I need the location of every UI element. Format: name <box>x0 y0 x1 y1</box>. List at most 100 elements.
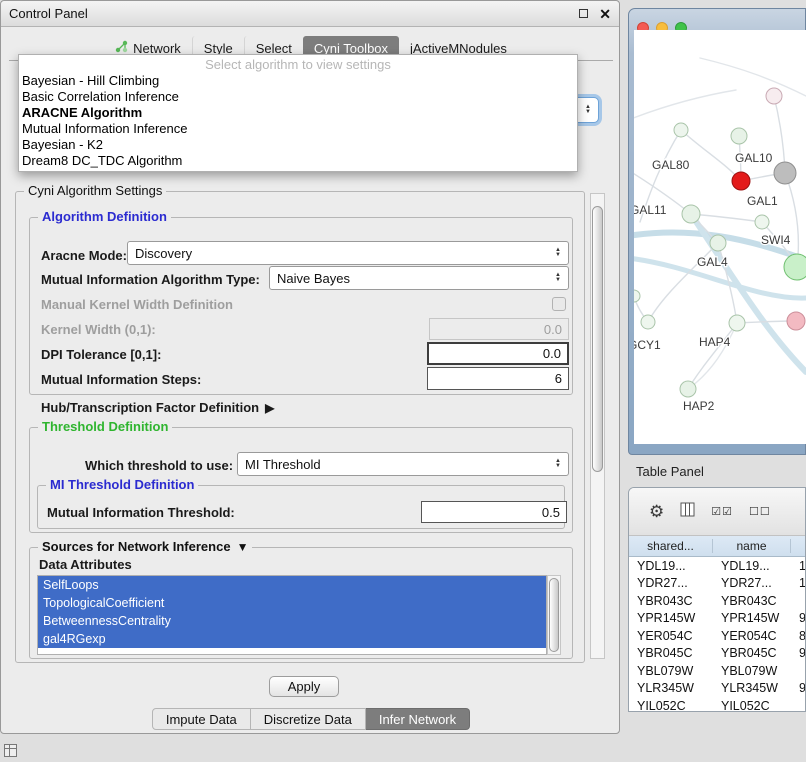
dropdown-item[interactable]: Basic Correlation Inference <box>19 89 577 105</box>
tab-infer-network[interactable]: Infer Network <box>366 708 470 730</box>
network-node[interactable] <box>674 123 688 137</box>
dpi-tolerance-value: 0.0 <box>543 346 561 361</box>
network-node[interactable] <box>784 254 806 280</box>
settings-scrollbar[interactable] <box>590 193 605 659</box>
group-title: MI Threshold Definition <box>46 477 198 492</box>
network-node[interactable] <box>710 235 726 251</box>
list-item[interactable]: TopologicalCoefficient <box>38 594 546 612</box>
network-node[interactable] <box>729 315 745 331</box>
table-cell: YLR345W <box>713 681 791 695</box>
table-cell: YIL052C <box>713 699 791 712</box>
table-panel-window: ⚙ ☑☑ ☐☐ shared... name YDL19...YDL19...1… <box>628 487 806 712</box>
tab-discretize-data[interactable]: Discretize Data <box>251 708 366 730</box>
dropdown-item[interactable]: Bayesian - K2 <box>19 137 577 153</box>
aracne-mode-select[interactable]: Discovery ▲▼ <box>127 241 569 265</box>
mi-threshold-input[interactable]: 0.5 <box>421 501 567 523</box>
chevron-down-icon: ▼ <box>237 540 249 554</box>
table-row[interactable]: YIL052CYIL052C <box>629 697 805 712</box>
network-node[interactable] <box>641 315 655 329</box>
scrollbar-thumb[interactable] <box>549 578 559 652</box>
select-all-icon[interactable]: ☑☑ <box>711 505 733 518</box>
combo-arrows-icon: ▲▼ <box>551 459 565 469</box>
table-header: shared... name <box>629 536 805 557</box>
which-threshold-label: Which threshold to use: <box>85 458 233 473</box>
manual-kernel-checkbox[interactable] <box>552 297 566 311</box>
dropdown-item[interactable]: Dream8 DC_TDC Algorithm <box>19 153 577 169</box>
list-item[interactable]: BetweennessCentrality <box>38 612 546 630</box>
columns-icon[interactable] <box>680 502 695 522</box>
kernel-width-input[interactable]: 0.0 <box>429 318 569 340</box>
table-row[interactable]: YDR27...YDR27...12 <box>629 575 805 593</box>
data-attributes-label: Data Attributes <box>39 557 132 572</box>
panel-grid-icon[interactable] <box>4 744 17 757</box>
table-toolbar: ⚙ ☑☑ ☐☐ <box>629 488 805 536</box>
table-cell: YER054C <box>629 629 713 643</box>
tab-impute-data[interactable]: Impute Data <box>152 708 251 730</box>
network-node[interactable] <box>732 172 750 190</box>
table-row[interactable]: YPR145WYPR145W9. <box>629 610 805 628</box>
float-window-icon[interactable] <box>579 9 588 18</box>
table-cell: YDR27... <box>713 576 791 590</box>
mi-type-select[interactable]: Naive Bayes ▲▼ <box>269 266 569 290</box>
network-node[interactable] <box>766 88 782 104</box>
column-header[interactable]: shared... <box>629 539 713 553</box>
tab-label: Impute Data <box>166 712 237 727</box>
mi-type-value: Naive Bayes <box>270 271 551 286</box>
node-label: HAP2 <box>683 399 715 413</box>
table-row[interactable]: YDL19...YDL19...13 <box>629 557 805 575</box>
which-threshold-select[interactable]: MI Threshold ▲▼ <box>237 452 569 476</box>
list-item[interactable]: SelfLoops <box>38 576 546 594</box>
deselect-all-icon[interactable]: ☐☐ <box>749 505 771 518</box>
table-row[interactable]: YLR345WYLR345W9. <box>629 680 805 698</box>
mi-steps-input[interactable]: 6 <box>427 367 569 390</box>
network-graph: GAL80GAL10GAL11GAL1SWI4GAL4GCY1HAP4HAP2 <box>634 30 806 444</box>
scrollbar-thumb[interactable] <box>592 206 603 472</box>
list-item[interactable]: gal4RGexp <box>38 630 546 648</box>
mi-steps-label: Mutual Information Steps: <box>41 372 201 387</box>
table-cell: 13 <box>791 559 805 573</box>
algorithm-dropdown-popup: Select algorithm to view settings Bayesi… <box>18 54 578 172</box>
table-cell: YBR045C <box>629 646 713 660</box>
table-cell: 9. <box>791 611 805 625</box>
column-header[interactable]: name <box>713 539 791 553</box>
table-row[interactable]: YER054CYER054C8. <box>629 627 805 645</box>
dropdown-item[interactable]: Mutual Information Inference <box>19 121 577 137</box>
network-node[interactable] <box>755 215 769 229</box>
node-label: GCY1 <box>634 338 661 352</box>
apply-button[interactable]: Apply <box>269 676 339 697</box>
data-attributes-list[interactable]: SelfLoops TopologicalCoefficient Between… <box>37 575 547 655</box>
network-edge <box>774 96 785 173</box>
table-row[interactable]: YBL079WYBL079W <box>629 662 805 680</box>
sources-toggle[interactable]: Sources for Network Inference▼ <box>38 539 252 554</box>
node-label: GAL11 <box>634 203 667 217</box>
table-row[interactable]: YBR043CYBR043C <box>629 592 805 610</box>
hub-definition-toggle[interactable]: Hub/Transcription Factor Definition▶ <box>41 400 274 415</box>
dropdown-item-selected[interactable]: ARACNE Algorithm <box>19 105 577 121</box>
table-cell: YDL19... <box>629 559 713 573</box>
dropdown-item[interactable]: Bayesian - Hill Climbing <box>19 73 577 89</box>
aracne-mode-value: Discovery <box>128 246 551 261</box>
close-window-icon[interactable]: ✕ <box>599 7 611 21</box>
table-cell: 9. <box>791 646 805 660</box>
table-cell: YBL079W <box>713 664 791 678</box>
table-cell: YLR345W <box>629 681 713 695</box>
gear-icon[interactable]: ⚙ <box>649 503 664 520</box>
window-title: Control Panel <box>9 6 88 21</box>
combo-arrows-icon: ▲▼ <box>551 273 565 283</box>
network-node[interactable] <box>731 128 747 144</box>
network-node[interactable] <box>774 162 796 184</box>
network-node[interactable] <box>682 205 700 223</box>
dpi-tolerance-input[interactable]: 0.0 <box>427 342 569 365</box>
table-row[interactable]: YBR045CYBR045C9. <box>629 645 805 663</box>
tab-label: Discretize Data <box>264 712 352 727</box>
network-edge <box>691 214 762 222</box>
combo-arrows-icon: ▲▼ <box>551 248 565 258</box>
mi-type-label: Mutual Information Algorithm Type: <box>41 272 260 287</box>
list-scrollbar[interactable] <box>547 575 561 655</box>
network-node[interactable] <box>680 381 696 397</box>
group-title: Cyni Algorithm Settings <box>24 183 166 198</box>
network-node[interactable] <box>787 312 805 330</box>
network-node[interactable] <box>634 290 640 302</box>
node-label: SWI4 <box>761 233 791 247</box>
network-canvas[interactable]: GAL80GAL10GAL11GAL1SWI4GAL4GCY1HAP4HAP2 <box>634 30 806 444</box>
